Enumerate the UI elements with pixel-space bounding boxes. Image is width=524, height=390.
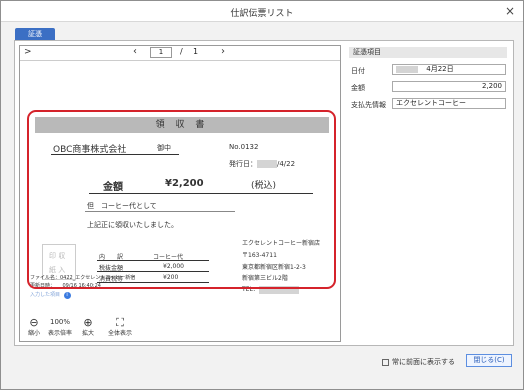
info-label-text: 入力した項目 bbox=[30, 292, 61, 298]
issuer-tel-label: TEL： bbox=[242, 286, 259, 293]
issuer-name: エクセレントコーヒー新宿店 bbox=[242, 240, 321, 247]
amount-field[interactable]: 2,200 bbox=[392, 81, 506, 92]
fit-page-button[interactable]: ⛶ 全体表示 bbox=[108, 317, 132, 337]
always-front-checkbox[interactable]: 常に前面に表示する bbox=[382, 357, 455, 367]
zoom-out-button[interactable]: ⊖ 縮小 bbox=[28, 317, 40, 337]
detail-line-2 bbox=[97, 271, 209, 272]
zoom-value: 100% bbox=[50, 318, 71, 326]
document-viewer: > ‹ 1 / 1 › 領 収 書 OBC商事株式会社 御中 No.0132 発… bbox=[19, 45, 341, 342]
amount-label: 金額 bbox=[103, 182, 123, 193]
payee-label: 支払先情報 bbox=[351, 101, 386, 109]
fit-page-icon: ⛶ bbox=[116, 316, 124, 329]
receipt-title: 領 収 書 bbox=[35, 117, 329, 133]
detail-line-3 bbox=[97, 282, 209, 283]
zoom-in-button[interactable]: ⊕ 拡大 bbox=[82, 317, 94, 337]
window-title: 仕訳伝票リスト bbox=[230, 9, 294, 19]
issue-date-label: 発行日： bbox=[229, 160, 257, 168]
tadashi-underline bbox=[85, 211, 235, 212]
amount-value: ¥2,200 bbox=[165, 178, 204, 189]
window: 仕訳伝票リスト × 証憑 > ‹ 1 / 1 › 領 収 書 OBC商事株式会社… bbox=[0, 0, 524, 390]
title-bar: 仕訳伝票リスト × bbox=[1, 1, 523, 22]
zoom-in-label: 拡大 bbox=[82, 330, 95, 337]
masked-tel bbox=[258, 285, 299, 294]
checkbox-box[interactable] bbox=[382, 358, 389, 366]
issuer-zip: 〒163-4711 bbox=[242, 252, 277, 259]
page-number-input[interactable]: 1 bbox=[150, 47, 172, 58]
recipient-underline bbox=[51, 154, 179, 155]
issue-date: 発行日： /4/22 bbox=[229, 159, 295, 169]
expand-icon[interactable]: > bbox=[24, 47, 32, 57]
fit-label: 全体表示 bbox=[108, 330, 133, 337]
prev-page-icon[interactable]: ‹ bbox=[133, 46, 137, 57]
tax-note: (税込) bbox=[251, 181, 277, 191]
zoom-rate[interactable]: 100% 表示倍率 bbox=[48, 317, 72, 337]
file-name: ファイル名：0422_エクセレントコーヒー新宿 bbox=[30, 275, 136, 281]
page-separator: / bbox=[180, 47, 183, 56]
date-label: 日付 bbox=[351, 67, 365, 75]
issuer-tel: TEL： bbox=[242, 284, 299, 294]
zoom-rate-label: 表示倍率 bbox=[48, 330, 73, 337]
receipt-document: 領 収 書 OBC商事株式会社 御中 No.0132 発行日：/4/22 金額 … bbox=[29, 112, 334, 294]
update-date: 更新日時： 09/16 16:40:24 bbox=[30, 283, 101, 289]
close-icon[interactable]: × bbox=[505, 4, 515, 18]
detail-line-1 bbox=[97, 260, 209, 261]
stamp-line1: 印 収 bbox=[49, 252, 66, 260]
tadashi-text: 但 コーヒー代として bbox=[87, 202, 157, 210]
detail-value-2: ¥2,000 bbox=[163, 263, 184, 270]
received-text: 上記正に領収いたしました。 bbox=[87, 221, 178, 229]
masked-date-year bbox=[396, 65, 418, 73]
receipt-honorific: 御中 bbox=[157, 144, 171, 152]
minus-circle-icon: ⊖ bbox=[29, 316, 39, 329]
date-field[interactable]: 4月22日 bbox=[392, 64, 506, 75]
issue-date-suffix: /4/22 bbox=[277, 160, 296, 168]
issuer-addr1: 東京都新宿区新宿1-2-3 bbox=[242, 264, 306, 271]
masked-year bbox=[257, 160, 277, 168]
section-title: 証憑項目 bbox=[349, 47, 507, 58]
close-button[interactable]: 閉じる(C) bbox=[466, 354, 512, 367]
tab-evidence[interactable]: 証憑 bbox=[15, 28, 55, 40]
info-icon[interactable]: i bbox=[63, 292, 71, 299]
date-value: 4月22日 bbox=[426, 65, 454, 73]
evidence-fields-pane: 証憑項目 日付 4月22日 金額 2,200 支払先情報 エクセレントコーヒー bbox=[345, 45, 511, 342]
main-panel: > ‹ 1 / 1 › 領 収 書 OBC商事株式会社 御中 No.0132 発… bbox=[14, 40, 514, 346]
next-page-icon[interactable]: › bbox=[221, 46, 225, 57]
amount-field-label: 金額 bbox=[351, 84, 365, 92]
viewer-toolbar: > ‹ 1 / 1 › bbox=[20, 46, 340, 60]
zoom-out-label: 縮小 bbox=[28, 330, 41, 337]
issuer-addr2: 新宿第三ビル2階 bbox=[242, 275, 288, 282]
amount-underline bbox=[89, 193, 313, 194]
receipt-number: No.0132 bbox=[229, 143, 259, 151]
zoom-toolbar: ⊖ 縮小 100% 表示倍率 ⊕ 拡大 ⛶ 全体表示 bbox=[20, 317, 340, 341]
info-label: 入力した項目 i bbox=[30, 291, 71, 299]
detail-value-3: ¥200 bbox=[163, 274, 179, 281]
plus-circle-icon: ⊕ bbox=[83, 316, 93, 329]
page-total: 1 bbox=[193, 47, 199, 56]
payee-field[interactable]: エクセレントコーヒー bbox=[392, 98, 506, 109]
always-front-label: 常に前面に表示する bbox=[392, 358, 455, 366]
